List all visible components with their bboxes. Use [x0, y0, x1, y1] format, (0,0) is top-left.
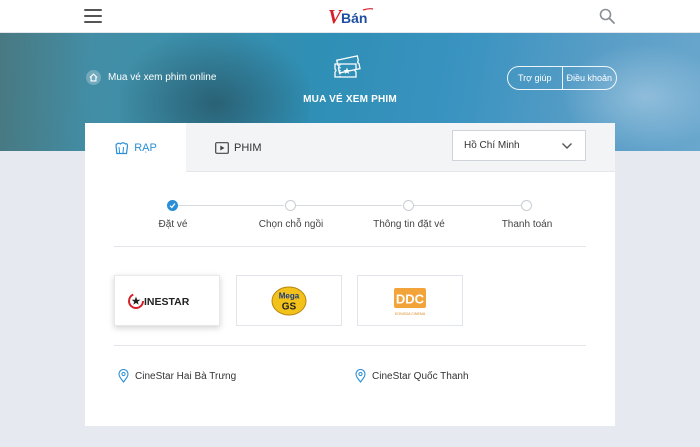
divider	[114, 246, 586, 247]
tab-phim-label: PHIM	[234, 141, 262, 154]
location-name: CineStar Hai Bà Trưng	[135, 370, 237, 382]
breadcrumb[interactable]: Mua vé xem phim online	[86, 70, 216, 85]
check-icon	[169, 203, 176, 209]
map-pin-icon	[355, 369, 366, 383]
step-connector	[177, 205, 284, 206]
megags-top-text: Mega	[279, 291, 300, 300]
page-title: MUA VÉ XEM PHIM	[303, 94, 397, 105]
megags-logo: Mega GS	[271, 286, 307, 315]
hamburger-menu-icon[interactable]	[84, 9, 102, 23]
chevron-down-icon	[562, 143, 572, 149]
step-label-4[interactable]: Thanh toán	[502, 219, 553, 230]
step-dot-1[interactable]	[167, 200, 178, 211]
map-pin-icon	[118, 369, 129, 383]
cinestar-logo: INESTAR	[128, 292, 190, 309]
play-icon	[215, 141, 229, 154]
tab-bar: RẠP PHIM Hồ Chí Minh	[85, 123, 615, 173]
cinestar-text: INESTAR	[144, 296, 190, 308]
tab-phim[interactable]: PHIM	[215, 123, 295, 172]
terms-button[interactable]: Điều khoản	[561, 67, 617, 89]
theater-icon	[115, 142, 129, 155]
vban-logo[interactable]: V Bán	[327, 4, 377, 28]
top-bar: V Bán	[0, 0, 700, 33]
cinema-megags[interactable]: Mega GS	[236, 275, 342, 326]
location-item[interactable]: CineStar Hai Bà Trưng	[118, 369, 236, 383]
search-icon[interactable]	[598, 7, 616, 25]
step-label-1[interactable]: Đặt vé	[159, 219, 188, 230]
cinema-ddc[interactable]: DDC DONGDA CINEMA	[357, 275, 463, 326]
tab-rap-label: RẠP	[134, 142, 157, 154]
step-dot-3[interactable]	[403, 200, 414, 211]
tab-rap[interactable]: RẠP	[85, 123, 186, 173]
ticket-icon	[332, 55, 364, 81]
help-terms-group: Trợ giúp Điều khoản	[507, 66, 617, 90]
location-item[interactable]: CineStar Quốc Thanh	[355, 369, 469, 383]
help-button[interactable]: Trợ giúp	[508, 67, 562, 89]
logo-text: Bán	[341, 10, 367, 26]
ddc-text: DDC	[396, 291, 425, 306]
city-select-value: Hồ Chí Minh	[464, 140, 520, 151]
step-connector	[413, 205, 521, 206]
booking-card: RẠP PHIM Hồ Chí Minh Đặt vé Chọn chỗ ngồ…	[85, 123, 615, 426]
step-label-3[interactable]: Thông tin đặt vé	[373, 219, 445, 230]
megags-bottom-text: GS	[282, 301, 297, 312]
step-dot-4[interactable]	[521, 200, 532, 211]
ddc-logo: DDC DONGDA CINEMA	[394, 287, 426, 316]
city-select[interactable]: Hồ Chí Minh	[452, 130, 586, 161]
step-connector	[295, 205, 402, 206]
divider	[114, 345, 586, 346]
step-dot-2[interactable]	[285, 200, 296, 211]
ddc-sub-text: DONGDA CINEMA	[395, 312, 426, 316]
breadcrumb-label[interactable]: Mua vé xem phim online	[108, 72, 216, 83]
step-label-2[interactable]: Chọn chỗ ngồi	[259, 219, 324, 230]
home-icon[interactable]	[86, 70, 101, 85]
cinema-cinestar[interactable]: INESTAR	[114, 275, 220, 326]
location-name: CineStar Quốc Thanh	[372, 370, 469, 382]
